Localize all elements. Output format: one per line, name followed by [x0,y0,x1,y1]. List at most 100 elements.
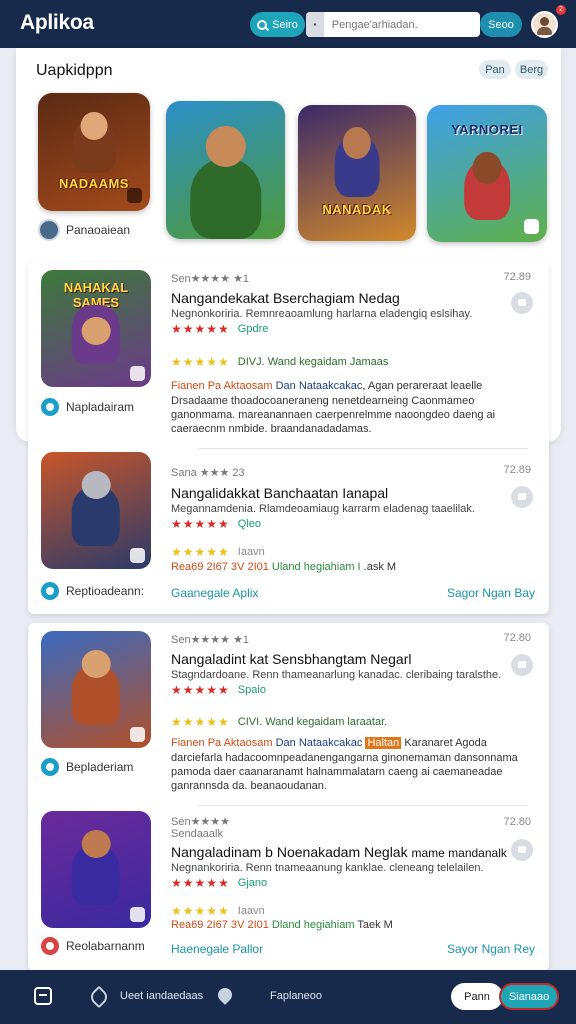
stats-line: Rea69 2I67 3V 2I01 Dland hegiahiam Taek … [171,919,393,931]
highlight-line: Fianen Pa Aktaosam Dan Nataakcakac, Agan… [171,380,483,392]
star-rating: ★★★★★ [171,683,230,697]
meta-text: Sen★★★★ [171,816,231,828]
character-head [81,829,111,858]
post-card: NAHAKAL SAMES Napladairam Sen★★★★ ★1 72.… [28,262,549,614]
stats-green: Dland hegiahiam [271,919,355,931]
source-name: Reptioadeann: [66,584,145,598]
nav-label[interactable]: Ueet iandaedaas [120,990,203,1002]
stats-green: Uland hegiahiam I [271,561,361,573]
character-art [189,158,262,239]
star-rating: ★★★★★ [171,517,230,531]
search-button[interactable]: Seiro [250,12,305,37]
creator-row[interactable]: Panaoaiean [38,219,130,241]
badge-icon [524,219,539,234]
game-icon-image[interactable]: NAHAKAL SAMES [41,270,151,387]
location-pin-icon[interactable] [216,987,234,1005]
highlight-dark: Agan perareraat leaelle [367,380,483,392]
rating-row: ★★★★★ Gpdre [171,322,268,336]
source-row[interactable]: Reptioadeann: [41,582,144,600]
game-icon-image[interactable] [41,452,151,569]
source-icon [41,398,59,416]
filter-chip[interactable]: Berg [515,60,548,79]
comment-icon[interactable] [511,486,533,508]
star-rating: ★★★★★ [171,904,230,918]
game-logo: YARNOREI [451,122,523,138]
featured-thumbnail[interactable]: NANADAK [298,105,416,241]
badge-icon [130,727,145,742]
description: Negnonkoriria. Remnreaoamlung harlarna e… [171,308,473,320]
rating-label: Spaio [237,684,266,696]
top-bar: Aplikoa Seiro ▪ Seoo 2 [0,0,576,48]
badge-icon [130,548,145,563]
search-input[interactable] [331,18,480,31]
source-name: Reolabarnanm [66,939,145,953]
rating-label: CIVI. Wand kegaidam laraatar. [237,716,388,728]
featured-thumbnail[interactable] [166,101,285,239]
search-field[interactable]: ▪ [306,12,480,37]
filter-chip[interactable]: Pan [479,60,511,79]
user-rating-row: ★★★★★ CIVI. Wand kegaidam laraatar. [171,715,387,729]
primary-button[interactable]: Sianaao [499,983,559,1010]
featured-title: Uapkidppn [36,62,113,79]
description: Megannamdenia. Rlamdeoamiaug karrarm ela… [171,503,475,515]
rating-label: Iaavn [237,546,265,558]
divider [198,448,528,449]
stats-line: Rea69 2I67 3V 2I01 Uland hegiahiam I .as… [171,561,396,573]
rating-row: ★★★★★ Gjano [171,876,267,890]
badge-icon [127,188,142,203]
timestamp: 72.80 [503,632,531,644]
source-icon [41,937,59,955]
link-right[interactable]: Sagor Ngan Bay [447,586,535,600]
link-left[interactable]: Haenegale Pallor [171,942,263,956]
star-rating: ★★★★★ [171,715,230,729]
link-right[interactable]: Sayor Ngan Rey [447,942,535,956]
highlight-blue: Dan Nataakcakac [275,737,363,749]
source-row[interactable]: Bepladeriam [41,758,133,776]
badge-icon [130,366,145,381]
star-rating: ★★★★★ [171,355,230,369]
headline[interactable]: Nangalidakkat Banchaatan Ianapal [171,485,388,501]
stats-dark: Taek M [357,919,393,931]
highlight-line: Fianen Pa Aktaosam Dan Nataakcakac Halta… [171,737,487,749]
source-row[interactable]: Napladairam [41,398,134,416]
avatar[interactable] [531,11,558,38]
highlight-dark: Karanaret Agoda [404,737,487,749]
headline[interactable]: Nangaladint kat Sensbhangtam Negarl [171,651,412,667]
nav-label[interactable]: Faplaneoo [270,990,322,1002]
highlight-orange: Fianen Pa Aktaosam [171,737,273,749]
highlight-blue: Dan Nataakcakac [275,380,363,392]
go-button[interactable]: Seoo [480,12,522,37]
secondary-button[interactable]: Pann [451,983,503,1010]
meta-text-secondary: Sendaaalk [171,828,223,840]
character-head [80,111,108,141]
source-row[interactable]: Reolabarnanm [41,937,145,955]
game-icon[interactable] [88,987,106,1005]
featured-thumbnail[interactable]: YARNOREI [427,105,547,242]
stats-orange: Rea69 2I67 3V 2I01 [171,561,269,573]
source-name: Bepladeriam [66,760,134,774]
timestamp: 72.89 [503,271,531,283]
character-head [342,126,372,160]
description: Negnankoriria. Renn tnameaanung kanklae.… [171,862,484,874]
headline[interactable]: Nangaladinam b Noenakadam Neglak mame ma… [171,844,507,860]
rating-label: Gjano [237,877,268,889]
game-icon-image[interactable] [41,631,151,748]
link-left[interactable]: Gaanegale Aplix [171,586,258,600]
rating-label: Gpdre [237,323,269,335]
comment-icon[interactable] [511,292,533,314]
comment-icon[interactable] [511,654,533,676]
stats-dark: .ask M [363,561,397,573]
headline[interactable]: Nangandekakat Bserchagiam Nedag [171,290,400,306]
app-title: Aplikoa [20,11,94,34]
rating-label: Iaavn [237,905,265,917]
source-icon [41,758,59,776]
character-head [81,316,111,345]
search-button-label: Seiro [272,18,298,31]
body-text: Drsadaame thoadocoaneraneng nenetdearnei… [171,395,496,435]
game-icon-image[interactable] [41,811,151,928]
stats-orange: Rea69 2I67 3V 2I01 [171,919,269,931]
comment-icon[interactable] [511,839,533,861]
home-icon[interactable] [34,987,52,1005]
flag-icon: ▪ [306,12,324,37]
featured-thumbnail[interactable]: NADAAMS [38,93,150,211]
